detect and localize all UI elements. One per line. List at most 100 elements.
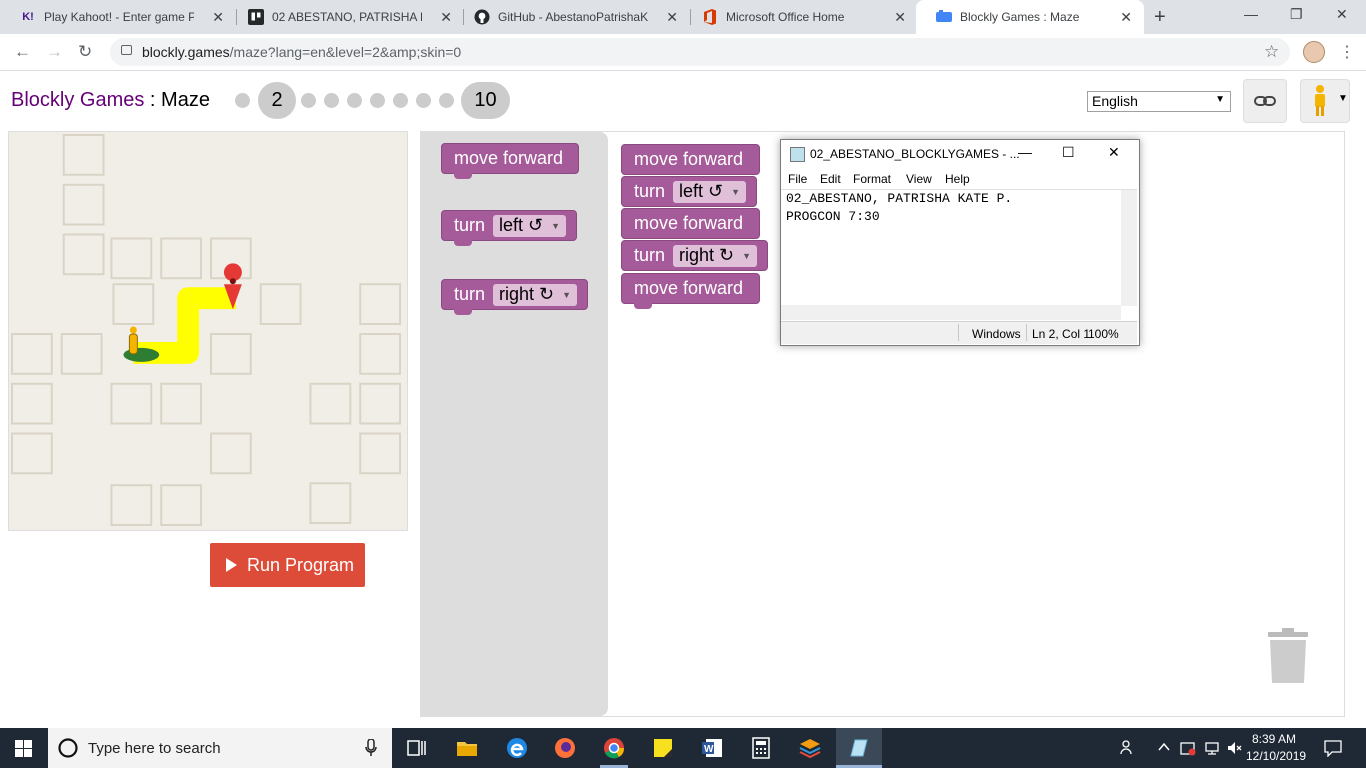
run-program-button[interactable]: Run Program xyxy=(210,543,365,587)
direction-dropdown[interactable]: right ↻ ▼ xyxy=(673,244,758,267)
github-icon xyxy=(474,9,490,25)
toolbox-block-move-forward[interactable]: move forward xyxy=(441,143,579,179)
close-tab-icon[interactable]: ✕ xyxy=(666,9,678,26)
people-icon[interactable] xyxy=(1120,739,1136,755)
level-dot-8[interactable] xyxy=(416,93,431,108)
block-label: turn xyxy=(454,215,486,235)
antivirus-icon[interactable] xyxy=(1180,740,1196,756)
level-dot-4[interactable] xyxy=(324,93,339,108)
toolbox-block-turn-left[interactable]: turn left ↺ ▼ xyxy=(441,210,577,246)
notepad-menu-file[interactable]: File xyxy=(788,172,807,186)
link-button[interactable] xyxy=(1243,79,1287,123)
volume-muted-icon[interactable] xyxy=(1226,740,1242,756)
notepad-menu-view[interactable]: View xyxy=(906,172,932,186)
trash-icon[interactable] xyxy=(1268,628,1308,684)
toolbox-block-turn-right[interactable]: turn right ↻ ▼ xyxy=(441,279,588,315)
close-tab-icon[interactable]: ✕ xyxy=(212,9,224,26)
notepad-vertical-scrollbar[interactable] xyxy=(1121,190,1137,306)
chevron-up-icon[interactable] xyxy=(1158,742,1170,752)
reload-icon[interactable]: ↻ xyxy=(78,42,92,62)
program-block-move-forward[interactable]: move forward xyxy=(621,208,760,239)
dropdown-value: right ↻ xyxy=(679,245,735,265)
level-dot-5[interactable] xyxy=(347,93,362,108)
new-tab-button[interactable]: + xyxy=(1154,6,1166,29)
notepad-horizontal-scrollbar[interactable] xyxy=(781,305,1121,320)
language-select[interactable]: English ▼ xyxy=(1087,91,1231,112)
play-icon xyxy=(226,558,237,572)
language-value: English xyxy=(1092,93,1138,109)
notepad-menu-format[interactable]: Format xyxy=(853,172,891,186)
level-dot-9[interactable] xyxy=(439,93,454,108)
edge-icon[interactable] xyxy=(505,736,529,760)
profile-avatar[interactable] xyxy=(1303,41,1325,63)
sticky-notes-icon[interactable] xyxy=(651,736,675,760)
word-icon[interactable]: W xyxy=(700,736,724,760)
tab-kahoot[interactable]: K! Play Kahoot! - Enter game PIN ✕ xyxy=(0,0,236,34)
forward-arrow-icon[interactable]: → xyxy=(46,42,63,62)
close-tab-icon[interactable]: ✕ xyxy=(894,9,906,26)
close-window-icon[interactable]: ✕ xyxy=(1336,6,1348,23)
close-tab-icon[interactable]: ✕ xyxy=(440,9,452,26)
tab-label: Blockly Games : Maze xyxy=(960,10,1080,24)
bookmark-star-icon[interactable]: ☆ xyxy=(1264,42,1279,62)
task-view-icon[interactable] xyxy=(405,736,429,760)
program-block-move-forward[interactable]: move forward xyxy=(621,144,760,175)
clock-date: 12/10/2019 xyxy=(1246,749,1307,763)
notepad-title: 02_ABESTANO_BLOCKLYGAMES - ... xyxy=(810,147,1020,161)
lock-icon xyxy=(121,45,132,55)
back-arrow-icon[interactable]: ← xyxy=(14,42,31,62)
microphone-icon[interactable] xyxy=(365,739,377,757)
max-level-badge[interactable]: 10 xyxy=(461,82,510,119)
direction-dropdown[interactable]: left ↺ ▼ xyxy=(673,180,747,203)
stacked-app-icon[interactable] xyxy=(798,736,822,760)
restore-window-icon[interactable]: ❐ xyxy=(1290,6,1303,23)
close-tab-icon[interactable]: ✕ xyxy=(1120,9,1132,26)
pegman-skin-button[interactable]: ▼ xyxy=(1300,79,1350,123)
calculator-icon[interactable] xyxy=(749,736,773,760)
tab-blockly-maze[interactable]: Blockly Games : Maze ✕ xyxy=(916,0,1144,34)
notepad-text-area[interactable] xyxy=(781,189,1137,308)
windows-start-icon[interactable] xyxy=(15,740,32,757)
notepad-taskbar-icon xyxy=(850,739,868,757)
tab-office[interactable]: Microsoft Office Home ✕ xyxy=(682,0,918,34)
start-marker xyxy=(123,347,160,362)
chevron-down-icon: ▼ xyxy=(1338,93,1348,104)
taskbar-clock[interactable]: 8:39 AM 12/10/2019 xyxy=(1246,731,1307,765)
level-dot-7[interactable] xyxy=(393,93,408,108)
block-label: turn xyxy=(634,245,666,265)
tab-github[interactable]: GitHub - AbestanoPatrishaKate ✕ xyxy=(454,0,690,34)
notepad-close-icon[interactable]: ✕ xyxy=(1108,144,1120,161)
network-icon[interactable] xyxy=(1204,740,1220,756)
direction-dropdown[interactable]: right ↻ ▼ xyxy=(493,283,578,306)
notepad-menu-edit[interactable]: Edit xyxy=(820,172,841,186)
tab-trello[interactable]: 02 ABESTANO, PATRISHA KATE P ✕ xyxy=(228,0,464,34)
notepad-menu-help[interactable]: Help xyxy=(945,172,970,186)
tab-label: 02 ABESTANO, PATRISHA KATE P xyxy=(272,10,422,24)
level-dot-6[interactable] xyxy=(370,93,385,108)
url-text[interactable]: blockly.games/maze?lang=en&level=2&amp;s… xyxy=(142,44,461,60)
level-dot-1[interactable] xyxy=(235,93,250,108)
block-label: turn xyxy=(454,284,486,304)
notepad-maximize-icon[interactable]: ☐ xyxy=(1062,144,1075,161)
level-dot-3[interactable] xyxy=(301,93,316,108)
url-host: blockly.games xyxy=(142,44,230,60)
program-block-move-forward[interactable]: move forward xyxy=(621,273,760,309)
program-block-turn-right[interactable]: turn right ↻ ▼ xyxy=(621,240,768,271)
chevron-down-icon: ▼ xyxy=(1215,94,1225,105)
action-center-icon[interactable] xyxy=(1324,739,1342,757)
office-icon xyxy=(702,9,718,25)
program-block-turn-left[interactable]: turn left ↺ ▼ xyxy=(621,176,757,207)
link-icon xyxy=(1254,96,1276,106)
menu-kebab-icon[interactable]: ⋮ xyxy=(1339,42,1355,62)
file-explorer-icon[interactable] xyxy=(455,736,479,760)
brand-link[interactable]: Blockly Games xyxy=(11,89,144,111)
firefox-icon[interactable] xyxy=(553,736,577,760)
notepad-status-bar: Windows Ln 2, Col 1 100% xyxy=(781,321,1137,344)
chrome-icon[interactable] xyxy=(602,736,626,760)
maze-graphic xyxy=(10,133,402,527)
minimize-window-icon[interactable]: — xyxy=(1244,6,1258,22)
tab-label: GitHub - AbestanoPatrishaKate xyxy=(498,10,648,24)
direction-dropdown[interactable]: left ↺ ▼ xyxy=(493,214,567,237)
notepad-minimize-icon[interactable]: — xyxy=(1018,144,1032,160)
title-separator: : xyxy=(144,89,162,111)
